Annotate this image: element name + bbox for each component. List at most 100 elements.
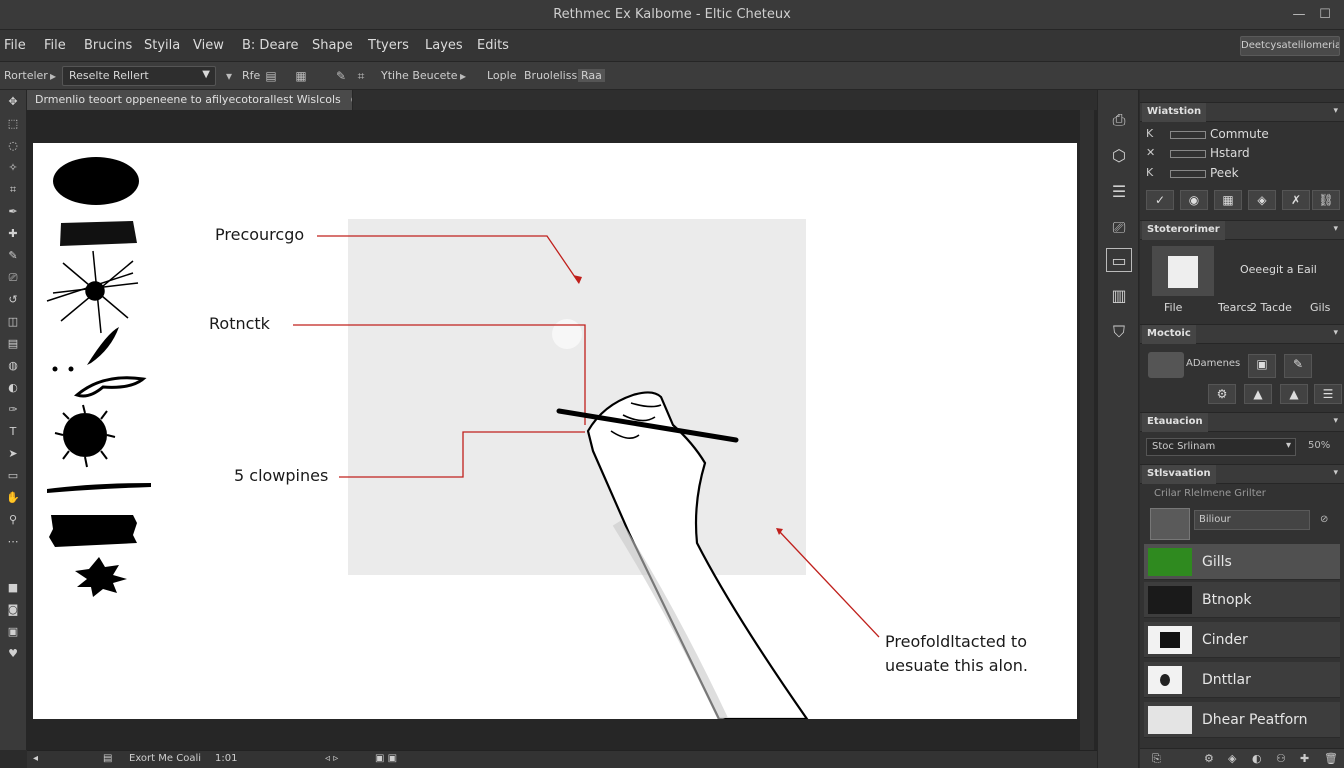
- filter-icon[interactable]: ⊘: [1320, 514, 1328, 525]
- history-item[interactable]: K Peek: [1146, 165, 1336, 183]
- brush-sample-star[interactable]: [46, 250, 139, 334]
- trash-icon[interactable]: 🗑: [1324, 752, 1338, 765]
- grid-icon[interactable]: ▦: [292, 67, 310, 85]
- brush-sample-block[interactable]: [49, 515, 137, 547]
- path-select-icon[interactable]: ➤: [3, 446, 23, 462]
- quick-select-icon[interactable]: ✧: [3, 160, 23, 176]
- menu-layers[interactable]: Ttyers: [368, 38, 409, 53]
- document-canvas[interactable]: Precourcgo Rotnctk 5 clowpines Preofoldl…: [33, 143, 1077, 722]
- list-icon[interactable]: ☰: [1106, 180, 1132, 204]
- printer-icon[interactable]: ⎙: [1106, 108, 1132, 132]
- quick-mask-icon[interactable]: ◙: [3, 602, 23, 618]
- pressure-icon[interactable]: ⌗: [352, 67, 370, 85]
- menu-brushes[interactable]: Brucins: [84, 38, 132, 53]
- tool-dropdown-icon[interactable]: ▸: [44, 67, 62, 85]
- mode-option-3[interactable]: ▲: [1280, 384, 1308, 404]
- history-brush-icon[interactable]: ↺: [3, 292, 23, 308]
- layer-row[interactable]: Cinder: [1144, 622, 1340, 658]
- frame-icon[interactable]: ▭: [1106, 248, 1132, 272]
- menu-file[interactable]: File: [4, 38, 26, 53]
- history-item[interactable]: ✕ Hstard: [1146, 145, 1336, 163]
- mode-thumbnail[interactable]: [1148, 352, 1184, 378]
- menu-view[interactable]: View: [193, 38, 224, 53]
- adjustment-icon[interactable]: ◐: [1252, 752, 1262, 765]
- library-col-file[interactable]: File: [1164, 301, 1182, 314]
- brush-sample-fuzzy[interactable]: [54, 404, 116, 468]
- layer-row[interactable]: Gills: [1144, 544, 1340, 580]
- brush-settings-icon[interactable]: ✎: [332, 67, 350, 85]
- layer-row[interactable]: Dhear Peatforn: [1144, 702, 1340, 738]
- shield-icon[interactable]: ⛉: [1106, 320, 1132, 344]
- crop-tool-icon[interactable]: ⌗: [3, 182, 23, 198]
- foreground-color-swatch[interactable]: ■: [3, 580, 23, 596]
- brush-sample-leaf[interactable]: [87, 327, 119, 365]
- libraries-tab[interactable]: Stoterorimer: [1142, 221, 1225, 240]
- pen-button[interactable]: ✎: [1284, 354, 1312, 378]
- layers-tab[interactable]: Stlsvaation: [1142, 465, 1216, 484]
- layer-search-input[interactable]: Biliour: [1194, 510, 1310, 530]
- mode-option-4[interactable]: ☰: [1314, 384, 1342, 404]
- library-col-tacde[interactable]: 2 Tacde: [1250, 301, 1292, 314]
- panel-menu-icon[interactable]: ▾: [1333, 328, 1338, 338]
- brush-sample-dot-1[interactable]: [52, 366, 58, 372]
- mode-option-1[interactable]: ⚙: [1208, 384, 1236, 404]
- document-tab[interactable]: Drmenlio teoort oppeneene to afilyecotor…: [27, 90, 353, 110]
- edit-toolbar-icon[interactable]: ⋯: [3, 534, 23, 550]
- move-tool-icon[interactable]: ✥: [3, 94, 23, 110]
- brush-sample-swoosh[interactable]: [73, 376, 147, 398]
- check-button[interactable]: ✓: [1146, 190, 1174, 210]
- workspace-button[interactable]: Deetcysatelilomerial: [1240, 36, 1340, 56]
- option-arrow-icon[interactable]: ▸: [454, 67, 472, 85]
- cube-icon[interactable]: ⬡: [1106, 144, 1132, 168]
- blur-tool-icon[interactable]: ◍: [3, 358, 23, 374]
- eyedropper-tool-icon[interactable]: ✒: [3, 204, 23, 220]
- pen-tool-icon[interactable]: ✑: [3, 402, 23, 418]
- mode-option-2[interactable]: ▲: [1244, 384, 1272, 404]
- status-grid-icon[interactable]: ▤: [103, 753, 112, 764]
- hand-tool-icon[interactable]: ✋: [3, 490, 23, 506]
- new-layer-icon[interactable]: ✚: [1300, 752, 1309, 765]
- layer-row[interactable]: Dnttlar: [1144, 662, 1340, 698]
- brush-sample-rough[interactable]: [60, 221, 137, 246]
- menu-style[interactable]: Styila: [144, 38, 180, 53]
- eye-button[interactable]: ◉: [1180, 190, 1208, 210]
- brush-dropdown[interactable]: Stoc Srlinam ▾: [1146, 438, 1296, 456]
- link-button[interactable]: ⛓: [1312, 190, 1340, 210]
- link-layers-icon[interactable]: ⎘: [1152, 752, 1161, 766]
- gradient-tool-icon[interactable]: ▤: [3, 336, 23, 352]
- brush-sample-splat[interactable]: [75, 557, 127, 597]
- preset-select[interactable]: Reselte Rellert ▼: [62, 66, 216, 86]
- shape-tool-icon[interactable]: ▭: [3, 468, 23, 484]
- brush-tool-icon[interactable]: ✎: [3, 248, 23, 264]
- mask-icon[interactable]: ◈: [1228, 752, 1236, 765]
- mode-tab[interactable]: Moctoic: [1142, 325, 1196, 344]
- dropdown-arrow-icon[interactable]: ▾: [220, 67, 238, 85]
- eraser-tool-icon[interactable]: ◫: [3, 314, 23, 330]
- swatch-button[interactable]: ▣: [1248, 354, 1276, 378]
- type-tool-icon[interactable]: T: [3, 424, 23, 440]
- chart-icon[interactable]: ▥: [1106, 284, 1132, 308]
- heart-icon[interactable]: ♥: [3, 646, 23, 662]
- brush-value[interactable]: 50%: [1308, 440, 1330, 451]
- lasso-tool-icon[interactable]: ◌: [3, 138, 23, 154]
- folder-icon[interactable]: ⚇: [1276, 752, 1286, 765]
- menu-layes[interactable]: Layes: [425, 38, 463, 53]
- panel-menu-icon[interactable]: ▾: [1333, 416, 1338, 426]
- minimize-icon[interactable]: —: [1290, 6, 1308, 24]
- menu-edits[interactable]: Edits: [477, 38, 509, 53]
- status-nav-icon[interactable]: ◃ ▹: [325, 753, 338, 764]
- layer-row[interactable]: Btnopk: [1144, 582, 1340, 618]
- menu-shape[interactable]: Shape: [312, 38, 353, 53]
- menu-file-2[interactable]: File: [44, 38, 66, 53]
- brush-sample-ellipse[interactable]: [53, 157, 139, 205]
- library-col-gils[interactable]: Gils: [1310, 301, 1330, 314]
- status-page-icon[interactable]: ▣ ▣: [375, 753, 397, 764]
- panel-menu-icon[interactable]: ▾: [1333, 468, 1338, 478]
- adjust-button[interactable]: ◈: [1248, 190, 1276, 210]
- brush-tab[interactable]: Etauacion: [1142, 413, 1208, 432]
- brush-sample-stroke[interactable]: [47, 483, 151, 493]
- delete-button[interactable]: ✗: [1282, 190, 1310, 210]
- vertical-scrollbar[interactable]: [1080, 110, 1094, 750]
- zoom-tool-icon[interactable]: ⚲: [3, 512, 23, 528]
- stamp-tool-icon[interactable]: ⎚: [3, 270, 23, 286]
